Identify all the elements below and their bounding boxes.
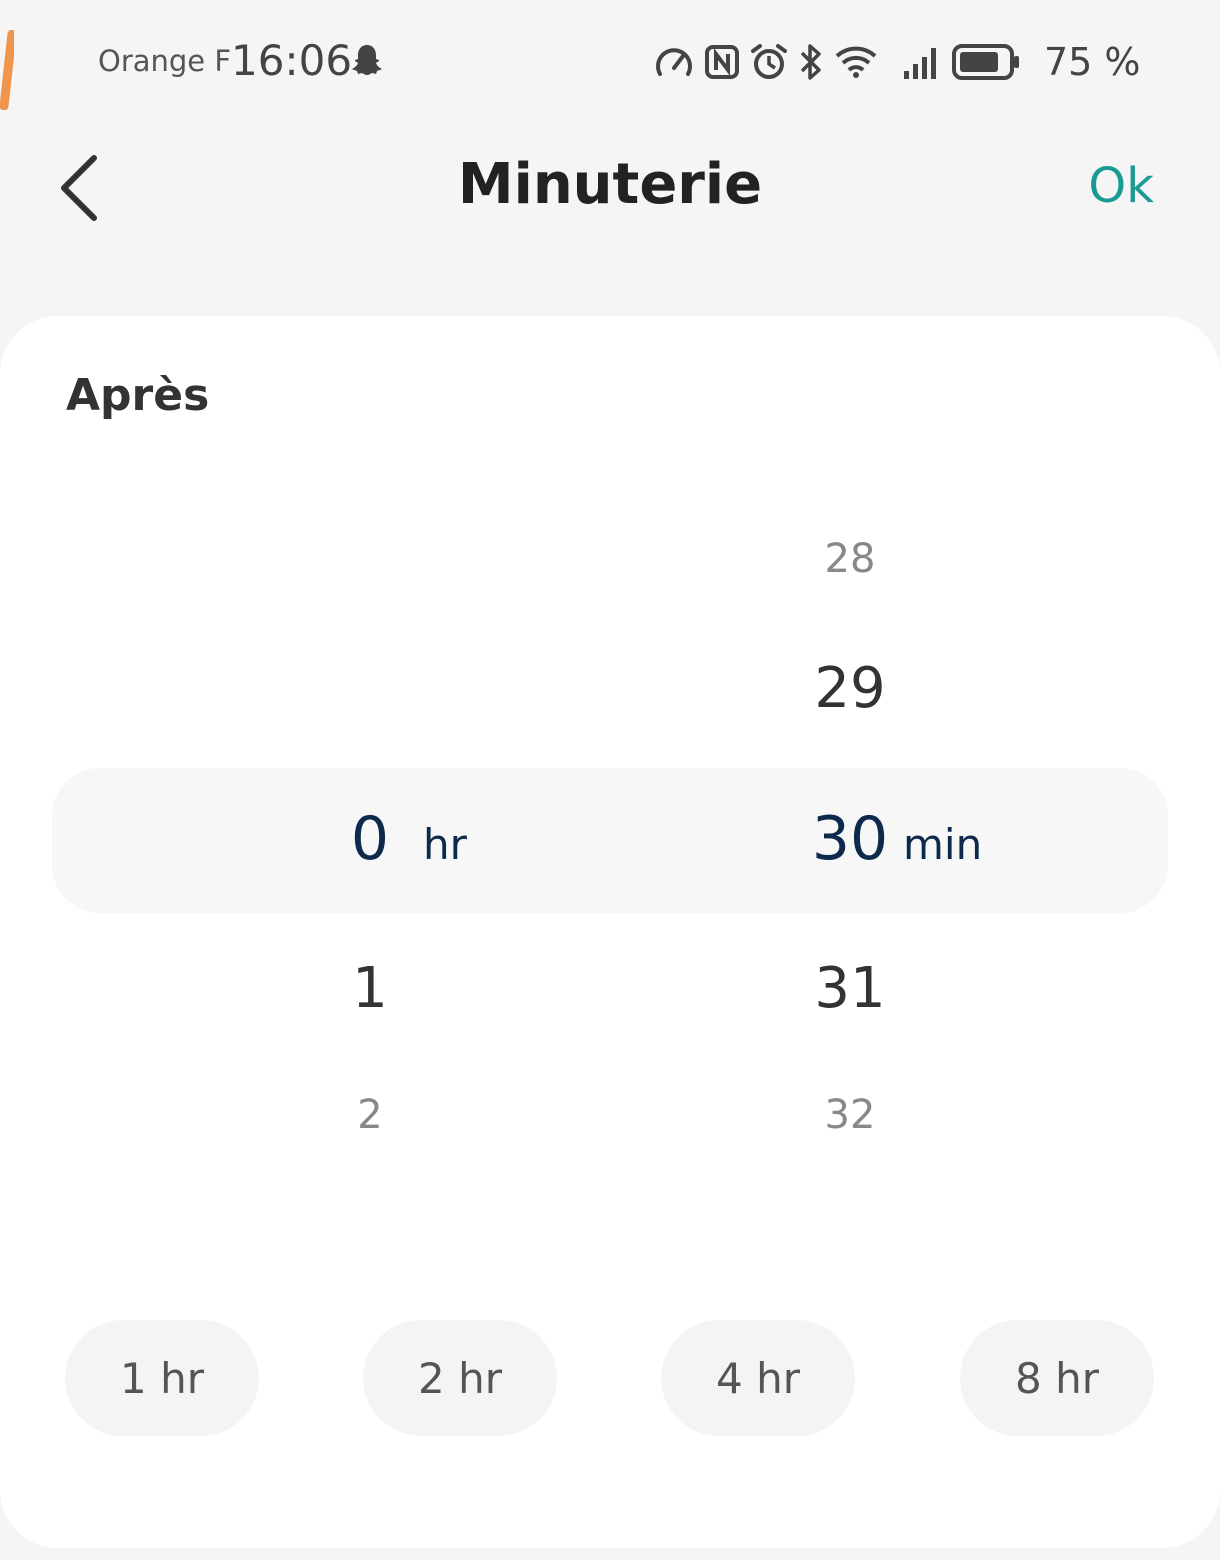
alarm-icon — [750, 43, 788, 81]
battery-percent: 75 % — [1044, 40, 1141, 84]
minute-option: 28 — [824, 536, 876, 582]
preset-2hr-button[interactable]: 2 hr — [363, 1320, 557, 1436]
minute-option: 32 — [824, 1092, 876, 1138]
hour-option: 2 — [357, 1092, 383, 1138]
hour-unit: hr — [423, 820, 467, 869]
minute-selected: 30 — [811, 804, 889, 874]
minute-option: 31 — [814, 956, 886, 1021]
top-nav-bar: Minuterie Ok — [0, 130, 1220, 250]
bluetooth-icon — [798, 42, 824, 82]
preset-1hr-button[interactable]: 1 hr — [65, 1320, 259, 1436]
hour-option: 1 — [352, 956, 388, 1021]
page-title: Minuterie — [457, 152, 763, 217]
hour-selected: 0 — [350, 804, 390, 874]
minute-option: 29 — [814, 656, 886, 721]
orange-stroke-mark — [0, 30, 14, 110]
battery-icon — [952, 43, 1022, 81]
nfc-icon — [704, 44, 740, 80]
carrier-name: Orange F — [98, 44, 232, 78]
speed-icon — [654, 44, 694, 80]
snapchat-icon — [349, 42, 385, 82]
signal-icon — [902, 45, 942, 79]
wifi-icon — [834, 44, 878, 80]
preset-buttons: 1 hr 2 hr 4 hr 8 hr — [0, 1320, 1220, 1438]
preset-8hr-button[interactable]: 8 hr — [960, 1320, 1154, 1436]
status-bar: Orange F 16:06 75 % — [0, 0, 1220, 120]
ok-button[interactable]: Ok — [1088, 158, 1154, 214]
timer-card: Après 0 hr 1 2 28 29 30 min 31 32 1 hr 2… — [0, 316, 1220, 1548]
picker-selection-band — [52, 768, 1168, 913]
preset-4hr-button[interactable]: 4 hr — [661, 1320, 855, 1436]
section-label-after: Après — [66, 370, 210, 421]
minute-unit: min — [903, 820, 983, 869]
status-clock: 16:06 — [231, 36, 353, 85]
